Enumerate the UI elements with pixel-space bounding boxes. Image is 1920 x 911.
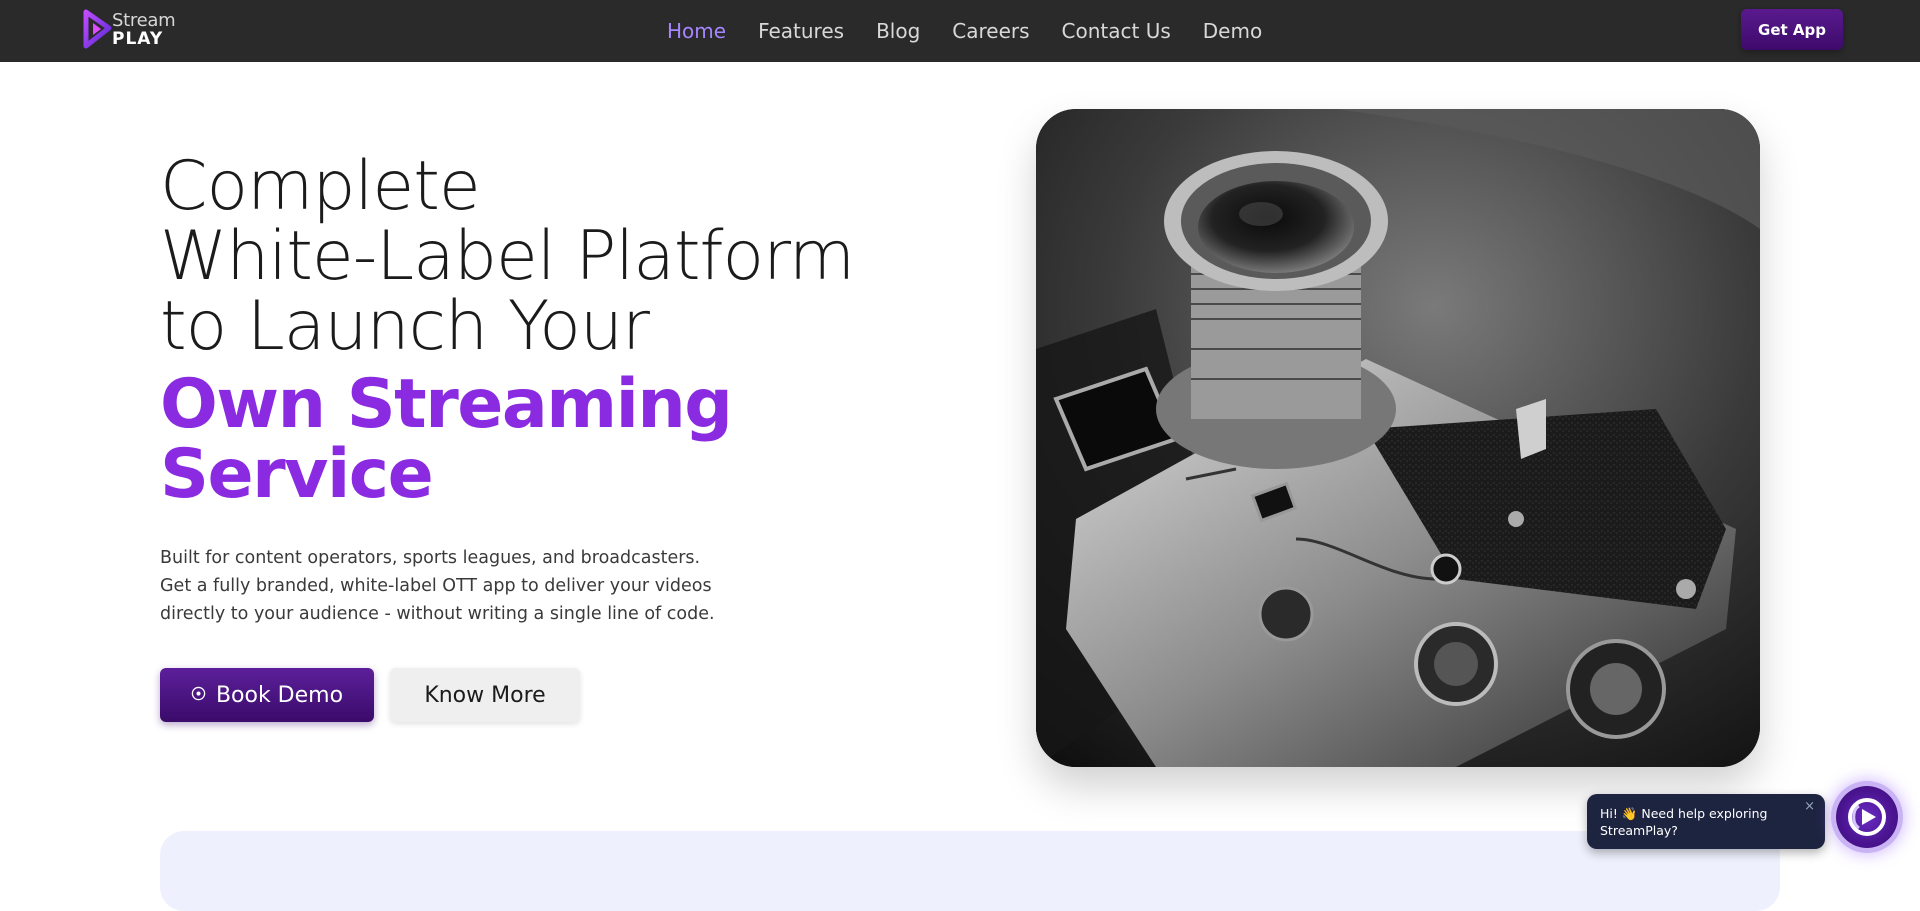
logo-text-play: PLAY <box>112 29 164 49</box>
hero-description-line: Built for content operators, sports leag… <box>160 548 701 568</box>
nav-link-home[interactable]: Home <box>667 19 726 43</box>
nav-link-careers[interactable]: Careers <box>952 19 1029 43</box>
hero-title-line: White-Label Platform <box>160 217 855 296</box>
hero-description-line: directly to your audience - without writ… <box>160 604 715 624</box>
hero-title: Complete White-Label Platform to Launch … <box>160 152 920 362</box>
hero-title-line: to Launch Your <box>160 287 650 366</box>
nav-link-demo[interactable]: Demo <box>1203 19 1262 43</box>
hero-camera-image <box>1036 109 1760 767</box>
hero-description-line: Get a fully branded, white-label OTT app… <box>160 576 712 596</box>
book-demo-label: Book Demo <box>215 682 344 708</box>
hero-description: Built for content operators, sports leag… <box>160 544 720 628</box>
next-section-card <box>160 831 1780 911</box>
nav-links: Home Features Blog Careers Contact Us De… <box>667 0 1262 62</box>
nav-link-contact-us[interactable]: Contact Us <box>1062 19 1171 43</box>
play-triangle-icon <box>83 9 112 49</box>
streamplay-logo[interactable]: Stream PLAY <box>83 9 193 51</box>
hero-accent-title: Own Streaming Service <box>160 370 920 510</box>
hero-accent-line: Own Streaming <box>160 365 733 444</box>
chat-message-line: StreamPlay? <box>1600 823 1678 838</box>
hero-accent-line: Service <box>160 435 434 514</box>
book-demo-button[interactable]: Book Demo <box>160 668 374 722</box>
hero-title-line: Complete <box>160 147 481 226</box>
close-icon[interactable]: × <box>1804 799 1815 814</box>
chat-launcher-button[interactable] <box>1836 786 1898 848</box>
top-navbar: Stream PLAY Home Features Blog Careers C… <box>0 0 1920 62</box>
chat-message-line: Hi! 👋 Need help exploring <box>1600 806 1768 821</box>
logo-text-stream: Stream <box>112 10 176 31</box>
chat-greeting-bubble[interactable]: Hi! 👋 Need help exploring StreamPlay? × <box>1587 794 1825 849</box>
nav-link-blog[interactable]: Blog <box>876 19 920 43</box>
know-more-button[interactable]: Know More <box>390 668 580 722</box>
play-circle-icon <box>191 686 206 704</box>
nav-link-features[interactable]: Features <box>758 19 844 43</box>
chat-message: Hi! 👋 Need help exploring StreamPlay? <box>1600 805 1800 839</box>
streamplay-logo-icon <box>1848 798 1886 836</box>
get-app-button[interactable]: Get App <box>1741 9 1843 50</box>
